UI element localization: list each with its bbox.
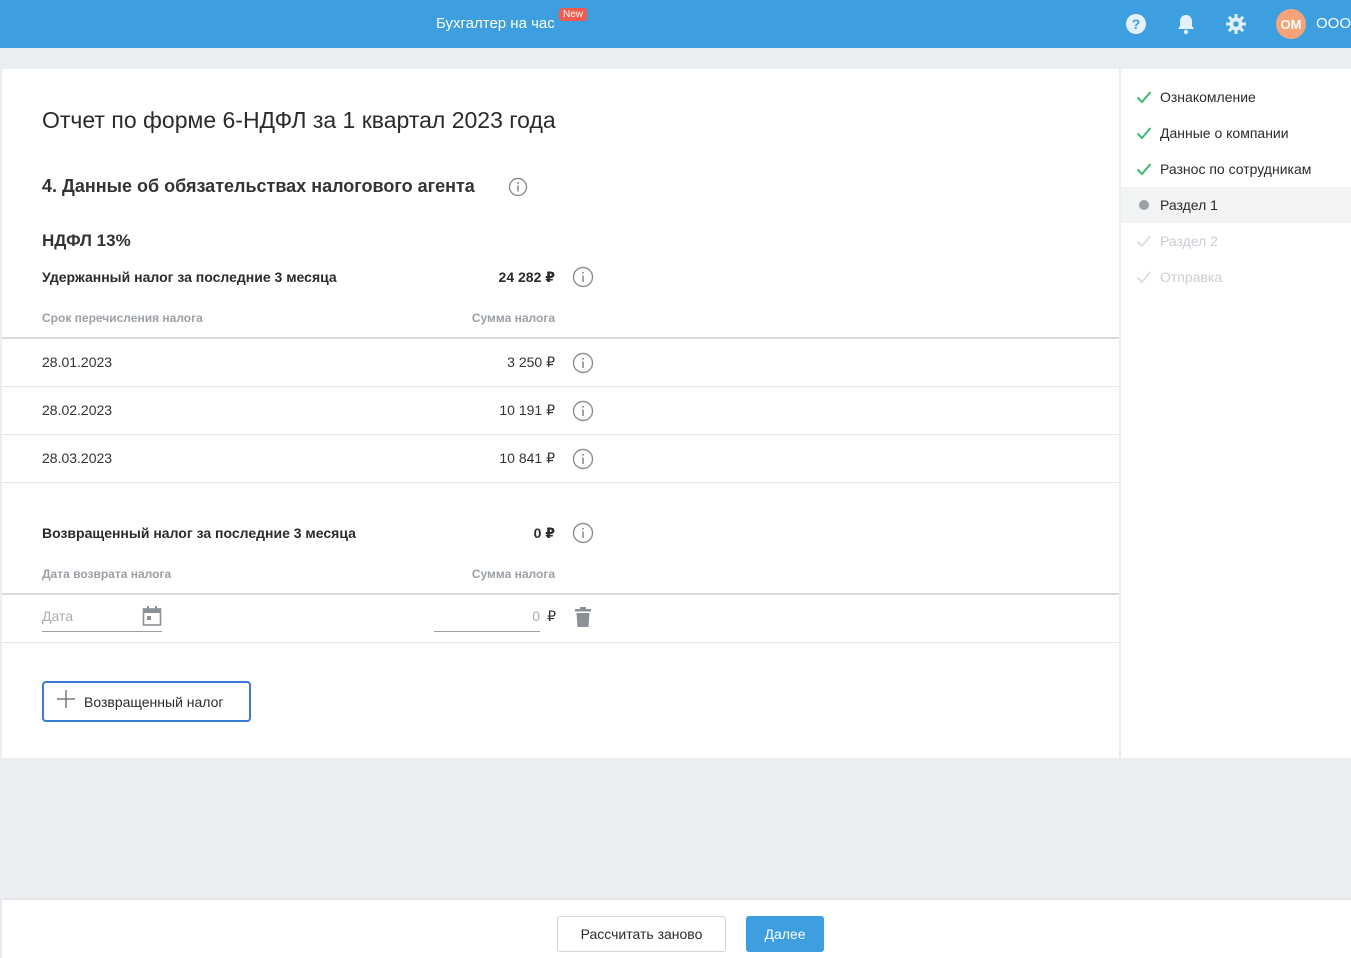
- date-placeholder: Дата: [42, 608, 74, 624]
- step-employees[interactable]: Разнос по сотрудникам: [1121, 151, 1351, 187]
- col-header-return-date: Дата возврата налога: [42, 567, 172, 581]
- col-header-date: Срок перечисления налога: [42, 311, 203, 325]
- divider: [2, 482, 1119, 483]
- col-header-return-sum: Сумма налога: [471, 567, 555, 581]
- step-label: Раздел 1: [1160, 197, 1218, 213]
- col-header-sum: Сумма налога: [471, 311, 555, 325]
- help-icon[interactable]: ?: [1125, 13, 1147, 35]
- trash-icon[interactable]: [574, 606, 592, 633]
- divider: [2, 593, 1119, 595]
- bell-icon[interactable]: [1175, 13, 1197, 35]
- step-label: Ознакомление: [1160, 89, 1256, 105]
- return-date-field[interactable]: Дата: [42, 606, 162, 632]
- row-sum: 3 250 ₽: [507, 354, 555, 370]
- info-icon[interactable]: [572, 400, 594, 422]
- avatar[interactable]: ОМ: [1276, 9, 1306, 39]
- divider: [2, 434, 1119, 435]
- current-step-dot-icon: [1135, 196, 1153, 214]
- row-date: 28.03.2023: [42, 450, 113, 466]
- returned-total: 0 ₽: [533, 525, 555, 541]
- check-icon: [1135, 160, 1153, 178]
- step-intro[interactable]: Ознакомление: [1121, 79, 1351, 115]
- steps-sidebar: Ознакомление Данные о компании Разнос по…: [1120, 69, 1351, 758]
- withheld-total: 24 282 ₽: [498, 269, 555, 285]
- add-button-label: Возвращенный налог: [84, 693, 224, 710]
- step-label: Разнос по сотрудникам: [1160, 161, 1312, 177]
- page-title: Отчет по форме 6-НДФЛ за 1 квартал 2023 …: [42, 107, 556, 133]
- check-icon: [1135, 268, 1153, 286]
- svg-text:?: ?: [1132, 16, 1141, 32]
- service-name[interactable]: Бухгалтер на час: [436, 15, 555, 32]
- divider: [2, 386, 1119, 387]
- step-label: Отправка: [1160, 269, 1223, 285]
- divider: [2, 337, 1119, 339]
- gear-icon[interactable]: [1225, 13, 1247, 35]
- currency-symbol: ₽: [547, 608, 556, 624]
- info-icon[interactable]: [508, 177, 528, 202]
- rate-title: НДФЛ 13%: [42, 231, 131, 250]
- top-bar: Бухгалтер на час New ? ОМ ООО: [0, 0, 1351, 48]
- info-icon[interactable]: [572, 448, 594, 470]
- check-icon: [1135, 88, 1153, 106]
- info-icon[interactable]: [572, 522, 594, 544]
- row-date: 28.01.2023: [42, 354, 113, 370]
- return-sum-value: 0: [532, 608, 540, 624]
- step-section-2: Раздел 2: [1121, 223, 1351, 259]
- step-label: Данные о компании: [1160, 125, 1289, 141]
- row-sum: 10 191 ₽: [499, 402, 555, 418]
- returned-label: Возвращенный налог за последние 3 месяца: [42, 525, 356, 541]
- bottom-action-bar: Рассчитать заново Далее: [2, 900, 1351, 958]
- company-name[interactable]: ООО: [1316, 15, 1351, 32]
- add-returned-tax-button[interactable]: Возвращенный налог: [42, 681, 251, 722]
- section-title: 4. Данные об обязательствах налогового а…: [42, 176, 475, 196]
- info-icon[interactable]: [572, 266, 594, 288]
- report-panel: Отчет по форме 6-НДФЛ за 1 квартал 2023 …: [2, 69, 1119, 758]
- calendar-icon[interactable]: [142, 605, 162, 632]
- step-send: Отправка: [1121, 259, 1351, 295]
- divider: [2, 642, 1119, 643]
- row-sum: 10 841 ₽: [499, 450, 555, 466]
- step-section-1[interactable]: Раздел 1: [1121, 187, 1351, 223]
- check-icon: [1135, 124, 1153, 142]
- info-icon[interactable]: [572, 352, 594, 374]
- withheld-label: Удержанный налог за последние 3 месяца: [42, 269, 337, 285]
- step-company-data[interactable]: Данные о компании: [1121, 115, 1351, 151]
- plus-icon: [56, 689, 76, 714]
- check-icon: [1135, 232, 1153, 250]
- next-button[interactable]: Далее: [746, 916, 824, 952]
- row-date: 28.02.2023: [42, 402, 113, 418]
- step-label: Раздел 2: [1160, 233, 1218, 249]
- return-sum-field[interactable]: 0 ₽: [434, 606, 556, 632]
- recalculate-button[interactable]: Рассчитать заново: [557, 916, 726, 952]
- new-badge: New: [559, 8, 588, 21]
